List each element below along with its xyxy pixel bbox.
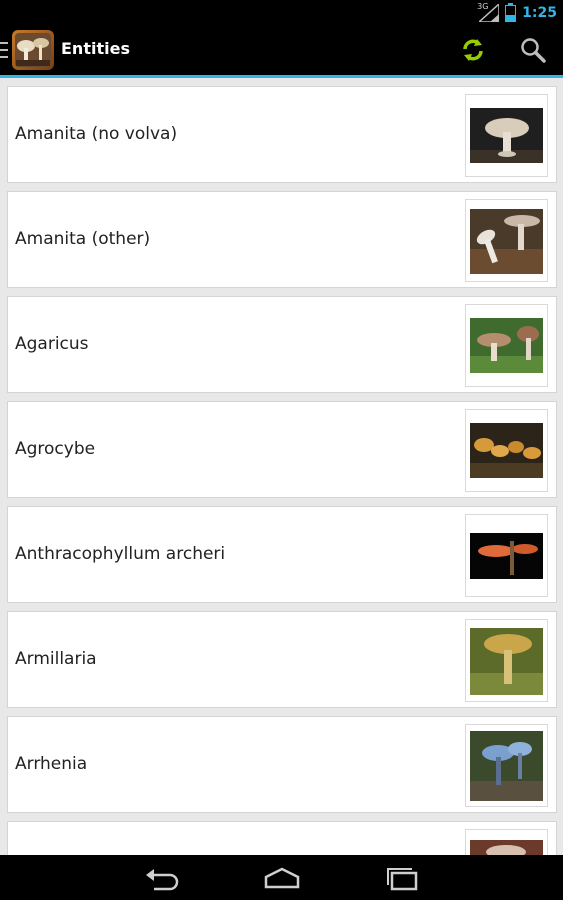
back-icon — [146, 869, 179, 891]
item-label: Arrhenia — [15, 754, 88, 774]
item-label: Amanita (other) — [15, 229, 151, 249]
item-label: Anthracophyllum archeri — [15, 544, 226, 564]
app-icon[interactable] — [12, 30, 54, 70]
item-thumbnail — [465, 829, 548, 855]
recent-apps-icon — [387, 868, 418, 891]
mushroom-thumbnail-image — [470, 108, 543, 163]
search-button[interactable] — [518, 35, 548, 65]
back-button[interactable] — [142, 863, 182, 893]
battery-icon — [505, 2, 517, 22]
clock: 1:25 — [522, 5, 557, 21]
item-thumbnail — [465, 514, 548, 597]
item-label: Agrocybe — [15, 439, 96, 459]
list-item[interactable]: Agrocybe — [7, 401, 557, 498]
search-icon — [521, 38, 546, 63]
home-icon — [264, 867, 300, 889]
drawer-indicator-icon[interactable] — [0, 42, 8, 58]
recent-apps-button[interactable] — [382, 863, 422, 893]
refresh-icon — [463, 39, 483, 61]
list-item[interactable]: Agaricus — [7, 296, 557, 393]
mushroom-thumbnail-image — [470, 318, 543, 373]
network-type: 3G — [477, 2, 489, 11]
list-item[interactable] — [7, 821, 557, 855]
mushroom-thumbnail-image — [470, 423, 543, 478]
home-button[interactable] — [262, 863, 302, 893]
list-item[interactable]: Amanita (no volva) — [7, 86, 557, 183]
battery-fill — [506, 15, 516, 21]
list-item[interactable]: Armillaria — [7, 611, 557, 708]
item-thumbnail — [465, 199, 548, 282]
refresh-button[interactable] — [458, 35, 488, 65]
status-icons: 3G 1:25 — [477, 2, 557, 23]
mushroom-thumbnail-image — [470, 628, 543, 695]
navigation-bar — [0, 855, 563, 900]
item-label: Armillaria — [15, 649, 97, 669]
mushroom-thumbnail-image — [470, 731, 543, 801]
item-label: Agaricus — [15, 334, 89, 354]
item-thumbnail — [465, 409, 548, 492]
signal-icon: 3G — [477, 2, 500, 22]
list-item[interactable]: Arrhenia — [7, 716, 557, 813]
item-thumbnail — [465, 619, 548, 702]
item-thumbnail — [465, 94, 548, 177]
page-title: Entities — [61, 39, 130, 58]
list-item[interactable]: Anthracophyllum archeri — [7, 506, 557, 603]
entity-list[interactable]: Amanita (no volva) Amanita (other) Agari… — [0, 78, 563, 855]
item-thumbnail — [465, 724, 548, 807]
list-item[interactable]: Amanita (other) — [7, 191, 557, 288]
mushroom-thumbnail-image — [470, 533, 543, 579]
item-label: Amanita (no volva) — [15, 124, 178, 144]
item-thumbnail — [465, 304, 548, 387]
action-bar: Entities — [0, 25, 563, 78]
status-bar: 3G 1:25 — [0, 0, 563, 25]
mushroom-thumbnail-image — [470, 840, 543, 855]
mushroom-thumbnail-image — [470, 209, 543, 274]
